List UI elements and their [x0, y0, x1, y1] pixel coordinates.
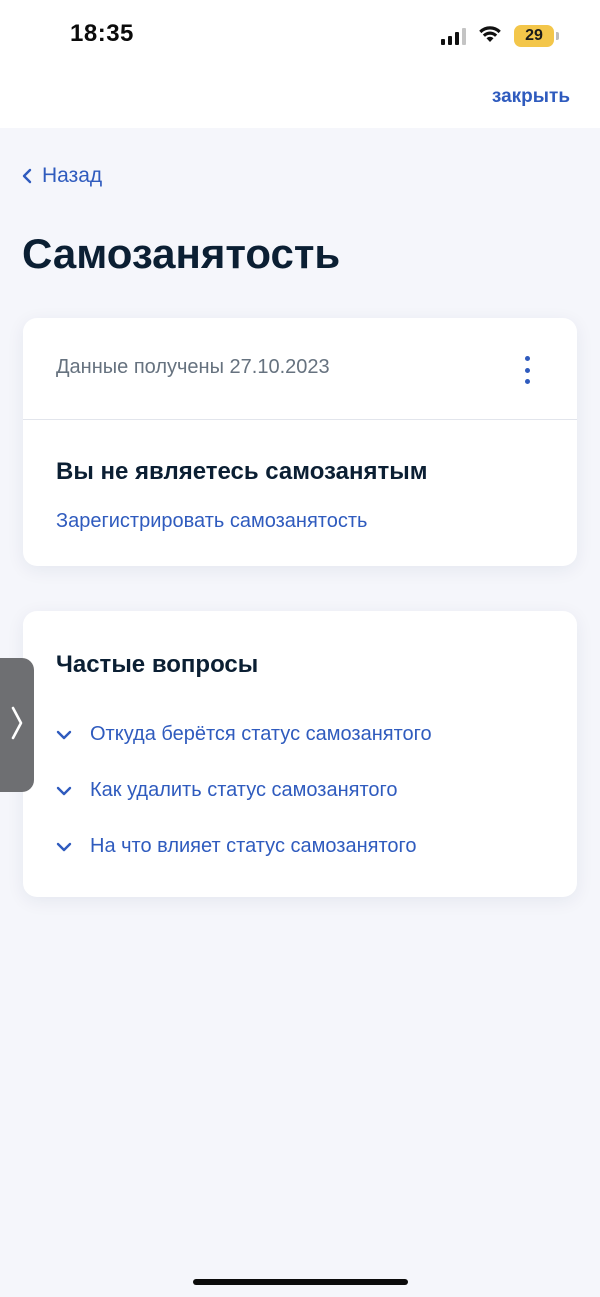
faq-item[interactable]: Откуда берётся статус самозанятого [56, 723, 432, 746]
faq-item-label: Откуда берётся статус самозанятого [90, 723, 432, 745]
faq-item-label: На что влияет статус самозанятого [90, 835, 417, 857]
top-bar: 18:35 29 закрыть [0, 0, 600, 128]
back-button[interactable]: Назад [22, 164, 102, 188]
faq-item[interactable]: На что влияет статус самозанятого [56, 835, 416, 858]
status-icons: 29 [441, 22, 559, 50]
side-panel-handle[interactable] [0, 658, 34, 792]
chevron-right-icon [11, 706, 23, 745]
back-label: Назад [42, 164, 103, 187]
home-indicator[interactable] [193, 1279, 408, 1285]
status-card: Данные получены 27.10.2023 Вы не являете… [23, 318, 577, 566]
faq-item[interactable]: Как удалить статус самозанятого [56, 779, 398, 802]
register-self-employment-link[interactable]: Зарегистрировать самозанятость [56, 510, 367, 533]
more-options-icon[interactable] [522, 356, 532, 384]
status-card-header: Данные получены 27.10.2023 [23, 318, 577, 420]
chevron-down-icon [56, 786, 72, 796]
chevron-left-icon [22, 168, 32, 184]
status-time: 18:35 [70, 20, 134, 47]
battery-icon: 29 [514, 25, 559, 47]
chevron-down-icon [56, 842, 72, 852]
close-button[interactable]: закрыть [492, 86, 570, 108]
faq-card: Частые вопросы Откуда берётся статус сам… [23, 611, 577, 897]
wifi-icon [478, 25, 502, 48]
cellular-signal-icon [441, 27, 466, 45]
data-received-date: Данные получены 27.10.2023 [56, 356, 330, 378]
self-employment-status: Вы не являетесь самозанятым [56, 458, 428, 485]
faq-item-label: Как удалить статус самозанятого [90, 779, 398, 801]
page-title: Самозанятость [22, 230, 341, 277]
faq-title: Частые вопросы [56, 651, 259, 678]
chevron-down-icon [56, 730, 72, 740]
